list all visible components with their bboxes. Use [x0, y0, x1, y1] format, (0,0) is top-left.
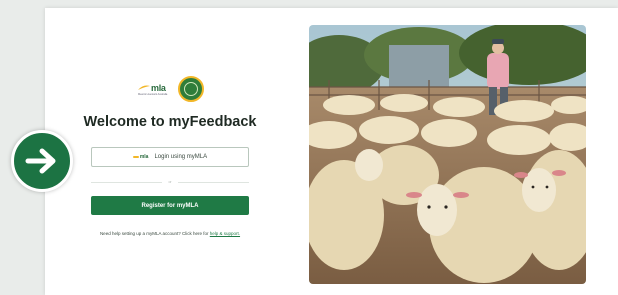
register-mymla-button[interactable]: Register for myMLA: [91, 196, 249, 215]
arrow-right-icon: [11, 130, 73, 192]
mla-logo-text: mla: [151, 82, 166, 93]
page-title: Welcome to myFeedback: [83, 114, 257, 130]
help-text: Need help setting up a myMLA account? Cl…: [70, 231, 270, 236]
mla-logo: mla Meat & Livestock Australia: [138, 83, 174, 96]
badge-ring: [184, 82, 198, 96]
login-mymla-button[interactable]: mla Login using myMLA: [91, 147, 249, 167]
mla-tagline: Meat & Livestock Australia: [138, 92, 168, 96]
feedback-badge-logo: [178, 76, 204, 102]
divider-text: or: [168, 180, 172, 184]
sheep-yard-photo: [309, 25, 586, 284]
brand-logos: mla Meat & Livestock Australia: [138, 75, 208, 103]
help-support-link[interactable]: help & support.: [210, 231, 240, 236]
mla-swoosh-icon: [138, 85, 150, 90]
photo-illustration: [309, 25, 586, 284]
login-button-label: Login using myMLA: [154, 154, 208, 160]
mla-logo-icon: mla: [132, 154, 148, 160]
help-text-body: Need help setting up a myMLA account? Cl…: [99, 231, 209, 236]
arrow-glyph: [25, 148, 56, 174]
or-divider: or: [91, 178, 249, 186]
